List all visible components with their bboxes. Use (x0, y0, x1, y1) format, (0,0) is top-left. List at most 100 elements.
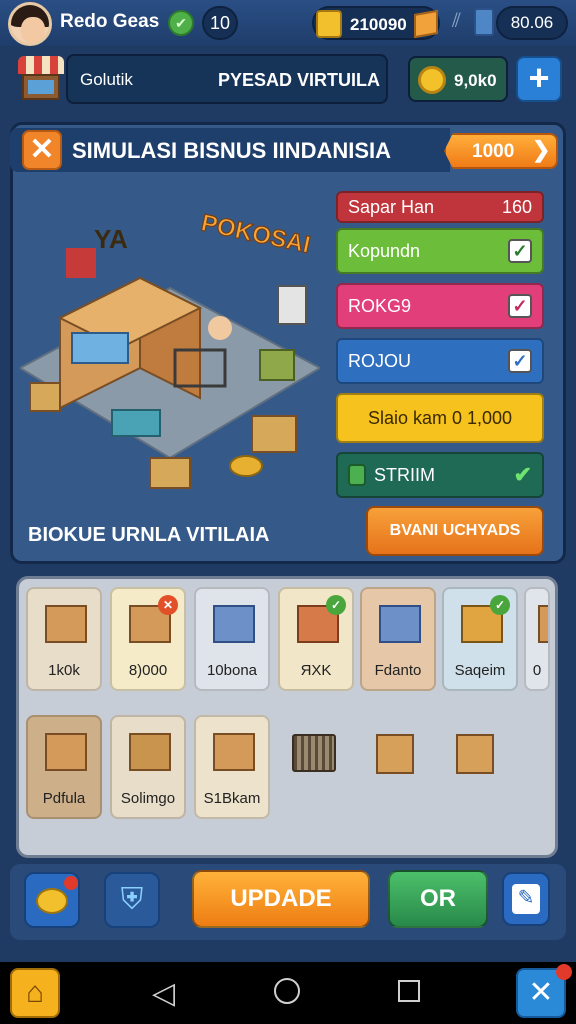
battery-icon (474, 8, 494, 36)
option-label: STRIIM (374, 464, 435, 485)
scene-sign-text: POKOSAI (199, 209, 313, 258)
notification-dot (64, 876, 78, 890)
option-label: ROJOU (348, 350, 411, 371)
gem-counter[interactable]: 80.06 (496, 6, 568, 40)
check-badge-icon: ✓ (490, 595, 510, 615)
option-row-rojou[interactable]: ROJOU ✓ (336, 338, 544, 384)
inventory-item[interactable]: Solimgo (110, 715, 186, 819)
shield-icon[interactable]: ⛨ (104, 872, 160, 928)
item-label: Solimgo (120, 790, 176, 807)
box-icon (379, 605, 421, 643)
checkbox-icon[interactable]: ✓ (508, 239, 532, 263)
option-row-kopundn[interactable]: Kopundn ✓ (336, 228, 544, 274)
home-icon[interactable]: ⌂ (10, 968, 60, 1018)
box-icon (129, 733, 171, 771)
shop-stall-icon[interactable] (14, 52, 68, 108)
box-icon (45, 733, 87, 771)
notification-dot (556, 964, 572, 980)
calendar-sign (277, 285, 307, 325)
box-icon (213, 605, 255, 643)
cost-badge[interactable]: 1000 ❯ (444, 133, 558, 169)
checkbox-icon[interactable]: ✓ (508, 349, 532, 373)
inventory-item[interactable]: Fdanto (360, 587, 436, 691)
item-label: S1Bkam (203, 790, 261, 807)
crate-3 (251, 415, 297, 453)
coin-amount: 9,0k0 (454, 71, 497, 90)
edit-button[interactable]: ✎ (502, 872, 550, 926)
confirm-button[interactable]: BVANI UCHYADS (366, 506, 544, 556)
inventory-item[interactable]: ✓ ЯXK (278, 587, 354, 691)
signal-icon: ⫽ (452, 10, 461, 32)
store-banner (66, 248, 96, 278)
option-label: Slaio kam 0 1,000 (367, 407, 513, 428)
chevron-right-icon: ❯ (532, 137, 551, 162)
panel-title: SIMULASI BISNUS IINDANISIA (72, 138, 392, 163)
coin-balance[interactable]: 9,0k0 (408, 56, 508, 102)
ok-button[interactable]: OR (388, 870, 488, 928)
close-badge-icon: ✕ (158, 595, 178, 615)
inventory-item[interactable]: 0 (524, 587, 550, 691)
option-row-sapar-han[interactable]: Sapar Han 160 (336, 191, 544, 223)
coins-button[interactable] (24, 872, 80, 928)
gold-counter[interactable]: 210090 (312, 6, 440, 40)
shop-header-panel: Golutik PYESAD VIRTUILA (66, 54, 388, 104)
option-row-rokg9[interactable]: ROKG9 ✓ (336, 283, 544, 329)
item-label: Pdfula (42, 790, 86, 807)
close-button[interactable]: ✕ (22, 130, 62, 170)
add-currency-button[interactable]: + (516, 56, 562, 102)
item-label: 1k0k (48, 662, 80, 679)
basket-icon[interactable] (292, 734, 336, 772)
option-row-striim[interactable]: STRIIM ✔ (336, 452, 544, 498)
option-label: Kopundn (348, 240, 421, 261)
inventory-item[interactable]: 1k0k (26, 587, 102, 691)
crate-1 (29, 382, 61, 412)
box-icon (538, 605, 548, 643)
option-row-slaio-kam[interactable]: Slaio kam 0 1,000 (336, 393, 544, 443)
leaf-icon: ✔ (168, 10, 194, 36)
inventory-item[interactable]: 10bona (194, 587, 270, 691)
item-label: 0 (532, 662, 542, 679)
crate-icon (414, 9, 438, 39)
cash-register (111, 409, 161, 437)
cash-icon (348, 464, 366, 486)
update-button[interactable]: UPDADE (192, 870, 370, 928)
store-sign-text: YA (94, 224, 128, 254)
empty-box-icon[interactable] (376, 734, 414, 774)
option-label: Sapar Han (348, 196, 435, 217)
coin-stack (229, 455, 263, 477)
panel-titlebar: ✕ SIMULASI BISNUS IINDANISIA (10, 128, 450, 172)
item-label: 10bona (206, 662, 258, 679)
store-window (71, 332, 129, 364)
item-label: Fdanto (374, 662, 422, 679)
shopper (208, 316, 232, 340)
inventory-item[interactable]: S1Bkam (194, 715, 270, 819)
store-scene: POKOSAI YA (17, 178, 323, 514)
edit-icon: ✎ (512, 884, 540, 914)
shop-label: Golutik (80, 70, 133, 89)
option-value: 160 (501, 196, 532, 217)
coin-icon (36, 888, 68, 914)
crate-green (259, 349, 295, 381)
gold-amount: 210090 (350, 15, 407, 34)
recents-icon[interactable] (398, 980, 420, 1002)
inventory-item[interactable]: ✓ Saqeim (442, 587, 518, 691)
box-icon (213, 733, 255, 771)
option-label: ROKG9 (348, 295, 412, 316)
back-icon[interactable]: ◁ (152, 976, 175, 1011)
crate-2 (149, 457, 191, 489)
item-label: Saqeim (454, 662, 506, 679)
player-avatar[interactable] (8, 2, 52, 46)
item-label: ЯXK (300, 662, 332, 679)
inventory-item[interactable]: Pdfula (26, 715, 102, 819)
inventory-item[interactable]: ✕ 8)000 (110, 587, 186, 691)
check-badge-icon: ✓ (326, 595, 346, 615)
sun-coin-icon (418, 66, 446, 94)
home-circle-icon[interactable] (274, 978, 300, 1004)
gold-coins-icon (316, 10, 342, 38)
scene-caption: BIOKUE URNLA VITILAIA (28, 524, 270, 546)
checkbox-icon[interactable]: ✓ (508, 294, 532, 318)
empty-box-icon[interactable] (456, 734, 494, 774)
mode-title: PYESAD VIRTUILA (218, 70, 381, 90)
cost-value: 1000 (472, 141, 515, 162)
level-badge: 10 (202, 6, 238, 40)
